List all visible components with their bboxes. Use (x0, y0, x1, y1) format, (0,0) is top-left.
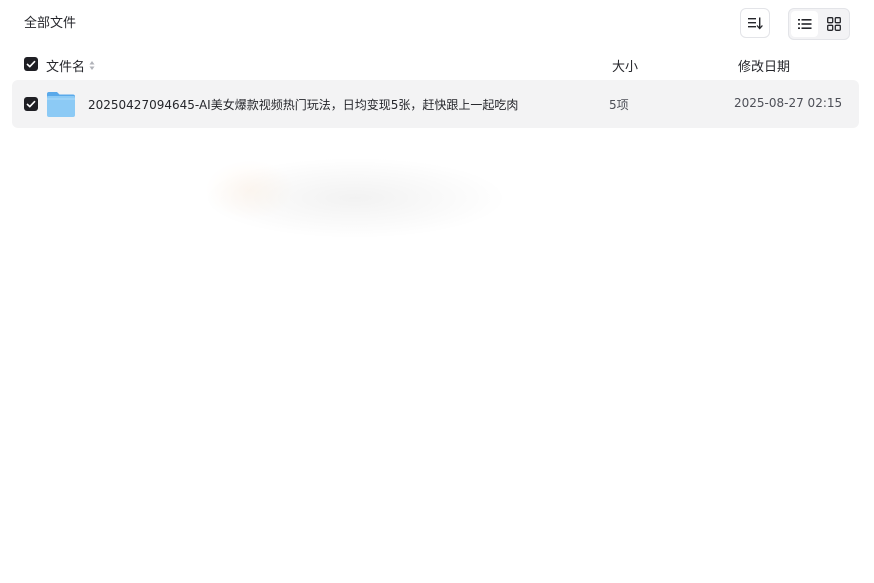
sort-icon (748, 17, 763, 30)
file-name[interactable]: 20250427094645-AI美女爆款视频热门玩法，日均变现5张，赶快跟上一… (88, 96, 518, 113)
check-icon (26, 60, 36, 68)
sort-button[interactable] (740, 8, 770, 38)
select-all-checkbox[interactable] (24, 57, 38, 71)
file-modified-date: 2025-08-27 02:15 (734, 96, 843, 110)
column-header-size[interactable]: 大小 (612, 56, 638, 75)
column-header-name-label: 文件名 (46, 60, 86, 75)
file-browser-page: 全部文件 文件名 大小 修改日期 20250427094645-AI美女爆款视频… (0, 0, 874, 583)
breadcrumb[interactable]: 全部文件 (24, 15, 76, 33)
top-bar: 全部文件 (0, 0, 874, 48)
column-header-name[interactable]: 文件名 (46, 56, 95, 75)
grid-view-icon (826, 17, 841, 31)
grid-view-button[interactable] (820, 11, 847, 37)
folder-icon (47, 92, 75, 117)
check-icon (26, 100, 36, 108)
table-header: 文件名 大小 修改日期 (0, 52, 874, 76)
list-view-icon (797, 19, 811, 29)
row-checkbox[interactable] (24, 97, 38, 111)
view-toggle (788, 8, 850, 40)
sort-toggle-icon (89, 61, 95, 70)
background-smudge-warm (205, 160, 295, 220)
background-smudge (205, 158, 505, 238)
list-view-button[interactable] (791, 11, 818, 37)
column-header-date[interactable]: 修改日期 (738, 56, 790, 75)
table-row[interactable]: 20250427094645-AI美女爆款视频热门玩法，日均变现5张，赶快跟上一… (12, 80, 859, 128)
file-size: 5项 (609, 98, 629, 112)
